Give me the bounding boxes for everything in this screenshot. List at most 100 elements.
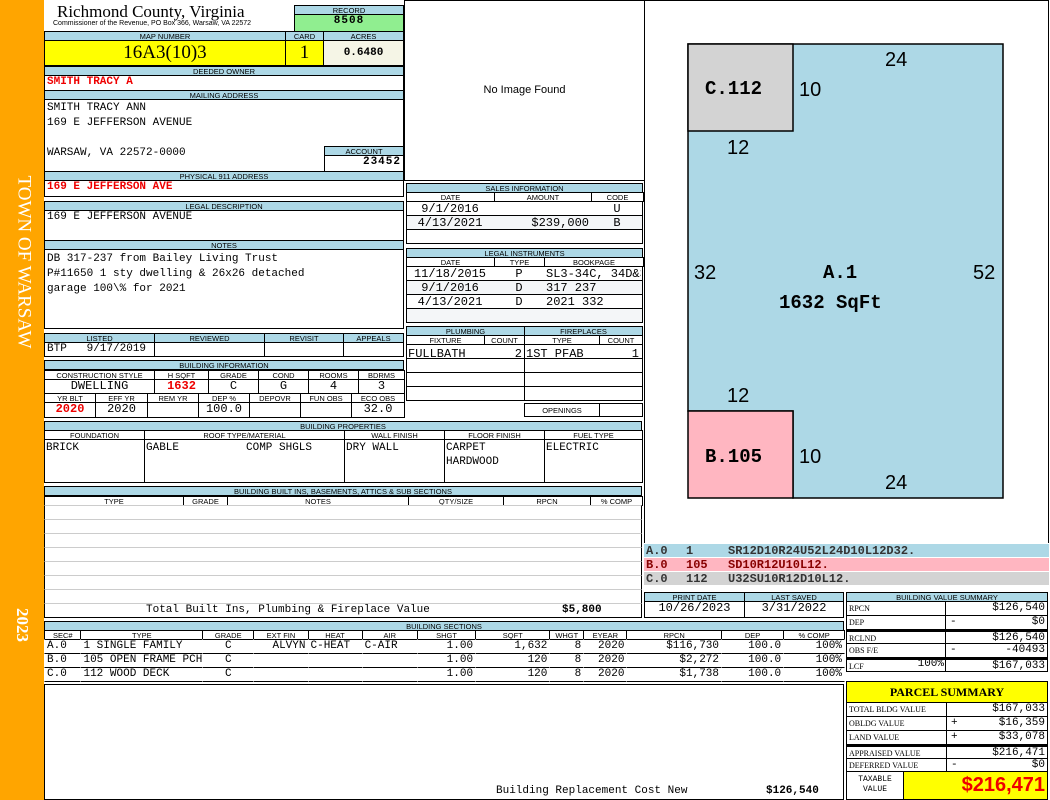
building-sections-blank [44, 684, 844, 800]
mailing-line-3: WARSAW, VA 22572-0000 [47, 147, 186, 159]
section-cell-type: 112 WOOD DECK [80, 667, 204, 682]
built-ins-total-label: Total Built Ins, Plumbing & Fireplace Va… [146, 604, 430, 616]
county-subtitle: Commissioner of the Revenue, PO Box 366,… [53, 20, 252, 27]
section-cell-comp: 100% [783, 667, 845, 682]
instrument-cell: 4/13/2021 [417, 295, 483, 309]
section-cell-heat [307, 667, 363, 682]
notes-line-1: DB 317-237 from Bailey Living Trust [47, 253, 279, 265]
section-cell-eyear: 2020 [583, 653, 628, 668]
section-cell-eyear: 2020 [583, 667, 628, 682]
value-summary-label: RPCN [846, 601, 946, 616]
value-summary-label: DEP [846, 615, 946, 630]
instrument-cell: 317 237 [546, 281, 597, 295]
revisit-value [264, 342, 344, 357]
print-date: 10/26/2023 [644, 601, 745, 618]
built-ins-row [44, 547, 642, 562]
section-cell-sec: A.0 [44, 639, 82, 654]
instrument-cell: 2021 332 [546, 295, 604, 309]
record-number: 8508 [294, 14, 404, 32]
sketch-line-section: C.0 [646, 572, 668, 586]
building-info-label: BUILDING INFORMATION [44, 360, 404, 370]
sketch-line-code: 1 [686, 544, 694, 558]
built-ins-row [44, 519, 642, 534]
section-cell-dep: 100.0 [721, 639, 785, 654]
value-summary-pct: 100% [917, 658, 944, 670]
openings-label: OPENINGS [524, 403, 600, 417]
section-cell-sqft: 1,632 [475, 639, 551, 654]
section-cell-shgt: 1.00 [416, 653, 477, 668]
section-cell-rpcn: $1,738 [626, 667, 723, 682]
section-cell-dep: 100.0 [721, 667, 785, 682]
section-cell-air [361, 653, 418, 668]
section-cell-sec: C.0 [44, 667, 82, 682]
card-number: 1 [285, 40, 324, 66]
deeded-owner: SMITH TRACY A [44, 75, 404, 91]
section-cell-extfin [253, 667, 309, 682]
county-title: Richmond County, Virginia [57, 2, 245, 21]
section-cell-type: 1 SINGLE FAMILY [80, 639, 204, 654]
instrument-cell: P [515, 267, 523, 281]
sketch-line-section: B.0 [646, 558, 668, 572]
acres-value: 0.6480 [323, 40, 404, 66]
no-image-text: No Image Found [483, 84, 566, 96]
section-cell-sec: B.0 [44, 653, 82, 668]
section-cell-rpcn: $116,730 [626, 639, 723, 654]
building-info-value: 4 [308, 379, 359, 394]
value-summary-sign: - [950, 644, 957, 656]
built-ins-row [44, 533, 642, 548]
openings-value [599, 403, 643, 417]
section-cell-whgt: 8 [549, 639, 585, 654]
building-info-value: 32.0 [351, 402, 405, 418]
tax-year: 2023 [13, 608, 32, 642]
fireplace-type: 1ST PFAB [526, 347, 584, 361]
floor-finish-value-2: HARDWOOD [446, 456, 499, 468]
instrument-row [406, 308, 643, 323]
parcel-summary-sign: + [951, 717, 958, 729]
parcel-summary-label: APPRAISED VALUE [846, 744, 947, 759]
parcel-summary-label: TOTAL BLDG VALUE [846, 702, 947, 717]
sales-cell: 9/1/2016 [421, 202, 479, 216]
parcel-summary-title: PARCEL SUMMARY [846, 681, 1048, 703]
value-summary-value: -40493 [945, 643, 1048, 658]
floor-finish-value-1: CARPET [446, 442, 486, 454]
built-ins-row [44, 505, 642, 520]
notes-line-2: P#11650 1 sty dwelling & 26x26 detached [47, 268, 305, 280]
reviewed-value [154, 342, 265, 357]
section-cell-sqft: 120 [475, 667, 551, 682]
sketch-line-path: U32SU10R12D10L12. [728, 572, 851, 586]
section-cell-dep: 100.0 [721, 653, 785, 668]
section-cell-eyear: 2020 [583, 639, 628, 654]
roof-type-value: GABLE [146, 442, 180, 454]
section-cell-grade: C [202, 639, 255, 654]
parcel-summary-sign: - [951, 759, 958, 771]
wall-finish-value: DRY WALL [346, 442, 399, 454]
built-ins-row [44, 589, 642, 604]
fireplace-count: 1 [631, 347, 639, 361]
taxable-value: $216,471 [903, 771, 1048, 800]
side-bar [0, 0, 44, 800]
account-number: 23452 [324, 155, 404, 172]
sales-cell: U [613, 202, 621, 216]
replacement-cost-label: Building Replacement Cost New [496, 785, 688, 797]
value-summary-label: OBS F/E [846, 643, 946, 658]
parcel-summary-value: $33,078 [946, 730, 1048, 745]
section-cell-extfin: ALVYN [253, 639, 309, 654]
plumbing-row [406, 372, 525, 387]
physical-address: 169 E JEFFERSON AVE [44, 180, 404, 197]
section-cell-heat [307, 653, 363, 668]
instrument-cell: 9/1/2016 [421, 281, 479, 295]
section-cell-extfin [253, 653, 309, 668]
section-cell-shgt: 1.00 [416, 639, 477, 654]
sketch-line-row: B.0 105 SD10R12U10L12. [644, 557, 1049, 572]
replacement-cost-value: $126,540 [766, 785, 819, 797]
built-ins-row [44, 561, 642, 576]
map-number: 16A3(10)3 [44, 40, 286, 66]
parcel-summary-value: $16,359 [946, 716, 1048, 731]
fuel-type-value: ELECTRIC [546, 442, 599, 454]
sales-row [406, 229, 643, 244]
fireplace-row [524, 386, 643, 401]
section-cell-shgt: 1.00 [416, 667, 477, 682]
section-cell-air: C-AIR [361, 639, 418, 654]
sketch-line-path: SD10R12U10L12. [728, 558, 829, 572]
mailing-line-2: 169 E JEFFERSON AVENUE [47, 117, 193, 129]
